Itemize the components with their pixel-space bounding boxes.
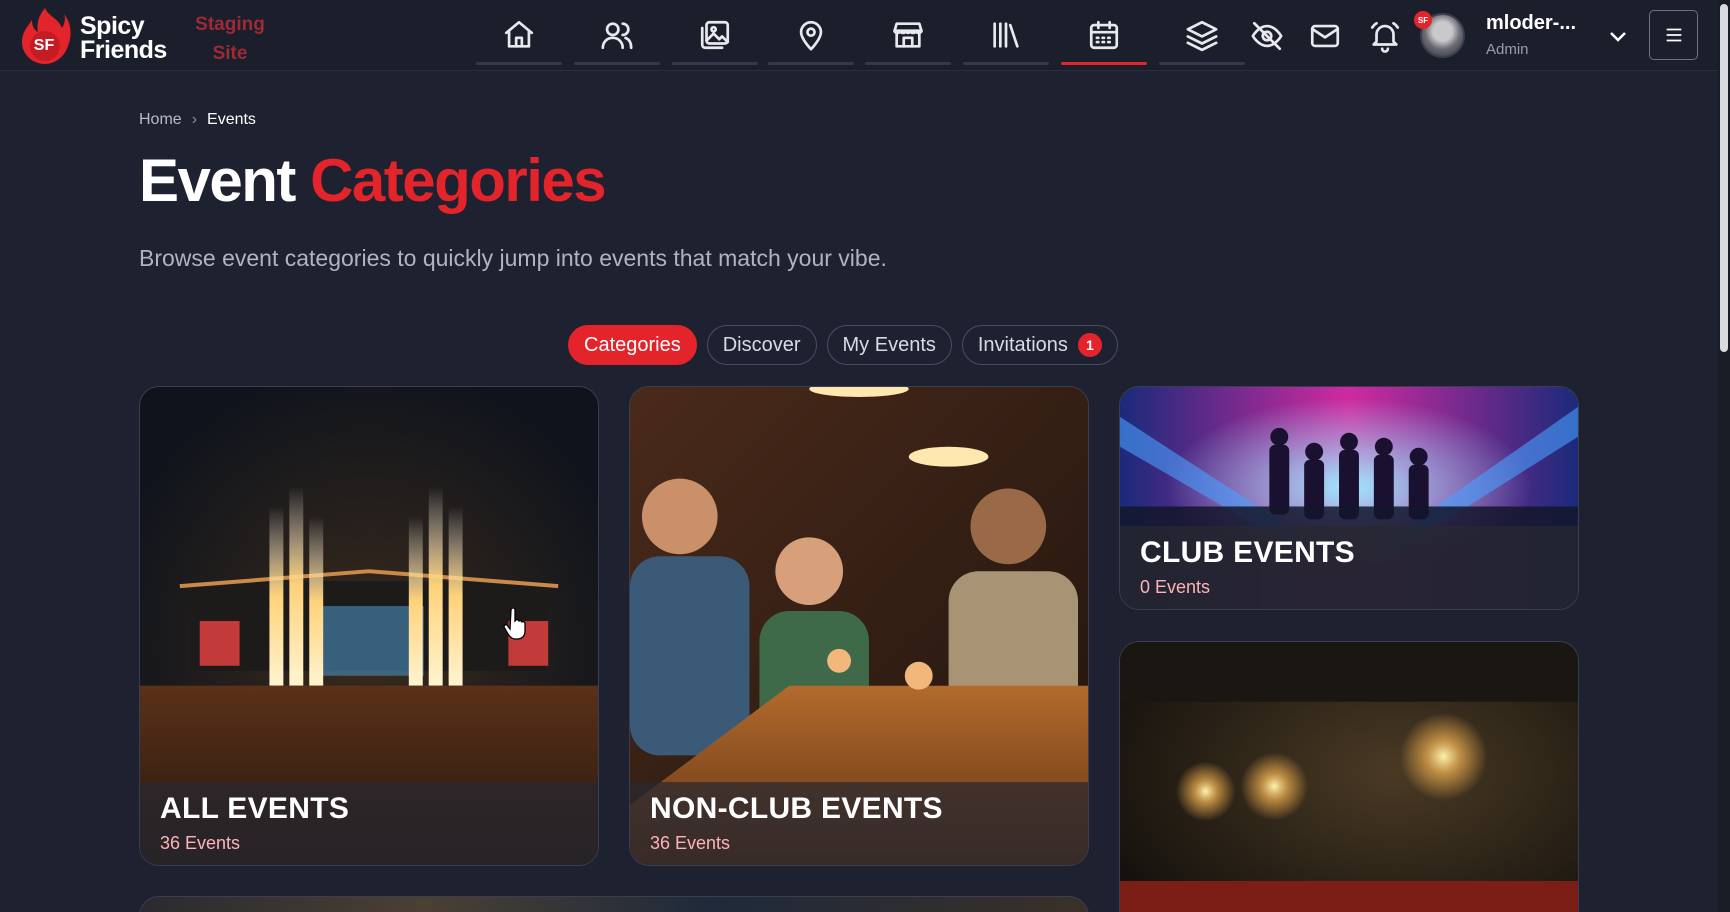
- hamburger-icon: [1666, 28, 1681, 42]
- logo-initials: SF: [33, 37, 55, 54]
- avatar-badge: SF: [1414, 11, 1432, 29]
- bell-icon: [1370, 21, 1400, 53]
- calendar-icon: [1089, 20, 1119, 50]
- messages-button[interactable]: [1306, 17, 1344, 55]
- layers-icon: [1186, 20, 1218, 52]
- library-icon: [993, 22, 1019, 48]
- page-title-main: Event: [139, 147, 296, 214]
- category-name: ALL EVENTS: [160, 792, 350, 825]
- notifications-button[interactable]: [1366, 17, 1404, 55]
- users-icon: [601, 22, 633, 50]
- brand-name[interactable]: Spicy Friends: [80, 12, 167, 64]
- category-event-count: 36 Events: [650, 833, 731, 853]
- eye-off-icon: [1251, 21, 1283, 51]
- category-name: CLUB EVENTS: [1140, 536, 1355, 569]
- hamburger-menu-button[interactable]: [1649, 10, 1698, 60]
- tab-label: Invitations: [977, 333, 1068, 356]
- tab-invitations[interactable]: Invitations 1: [961, 325, 1118, 365]
- tab-label: Categories: [584, 333, 681, 356]
- spicy-friends-logo[interactable]: [18, 6, 72, 66]
- category-card-lounge[interactable]: [1119, 641, 1579, 912]
- breadcrumb-separator: ›: [191, 111, 198, 128]
- home-icon: [504, 20, 534, 48]
- visibility-toggle[interactable]: [1248, 17, 1286, 55]
- gallery-icon: [700, 20, 730, 50]
- nav-home[interactable]: [474, 10, 564, 65]
- nav-gallery[interactable]: [670, 10, 760, 65]
- page-subtitle: Browse event categories to quickly jump …: [139, 245, 887, 271]
- tab-discover[interactable]: Discover: [706, 325, 817, 365]
- user-role: Admin: [1486, 41, 1529, 58]
- category-card-partial[interactable]: [139, 896, 1089, 912]
- category-event-count: 0 Events: [1140, 577, 1211, 597]
- chevron-down-icon: [1610, 32, 1626, 42]
- mail-icon: [1310, 24, 1340, 48]
- location-pin-icon: [799, 20, 823, 51]
- brand-name-line2: Friends: [80, 36, 167, 64]
- category-card-non-club-events[interactable]: NON-CLUB EVENTS 36 Events: [629, 386, 1089, 866]
- nav-events[interactable]: [1059, 10, 1149, 65]
- tab-my-events[interactable]: My Events: [826, 325, 952, 365]
- lounge-lamps-image: [1120, 642, 1578, 912]
- breadcrumb: Home › Events: [139, 111, 256, 129]
- staging-site-label: Staging Site: [190, 10, 270, 68]
- tab-categories[interactable]: Categories: [568, 325, 697, 365]
- user-menu-toggle[interactable]: [1606, 24, 1630, 48]
- top-navbar: SF Spicy Friends Staging Site SF mloder-…: [0, 0, 1718, 71]
- breadcrumb-home[interactable]: Home: [139, 111, 182, 129]
- hand-pointer-cursor: [503, 608, 526, 640]
- scrollbar-thumb[interactable]: [1720, 4, 1728, 352]
- event-tabs: Categories Discover My Events Invitation…: [568, 325, 1118, 365]
- tab-label: Discover: [722, 333, 801, 356]
- category-name: NON-CLUB EVENTS: [650, 792, 943, 825]
- nav-places[interactable]: [766, 10, 856, 65]
- category-card-all-events[interactable]: ALL EVENTS 36 Events: [139, 386, 599, 866]
- partial-card-image: [140, 897, 1088, 912]
- page-title: Event Categories: [139, 146, 607, 215]
- tab-label: My Events: [842, 333, 936, 356]
- store-icon: [893, 22, 923, 48]
- invitations-count-badge: 1: [1077, 333, 1102, 357]
- brand-name-line1: Spicy: [80, 12, 145, 40]
- breadcrumb-current: Events: [207, 111, 256, 128]
- staging-label-line1: Staging: [195, 14, 265, 35]
- staging-label-line2: Site: [212, 43, 248, 64]
- nav-layers[interactable]: [1157, 10, 1247, 65]
- page-title-accent: Categories: [310, 147, 607, 214]
- nav-library[interactable]: [961, 10, 1051, 65]
- category-event-count: 36 Events: [160, 833, 241, 853]
- nav-store[interactable]: [863, 10, 953, 65]
- category-card-club-events[interactable]: CLUB EVENTS 0 Events: [1119, 386, 1579, 610]
- user-name[interactable]: mloder-...: [1486, 12, 1576, 35]
- page-scrollbar[interactable]: [1718, 0, 1730, 912]
- nav-friends[interactable]: [572, 10, 662, 65]
